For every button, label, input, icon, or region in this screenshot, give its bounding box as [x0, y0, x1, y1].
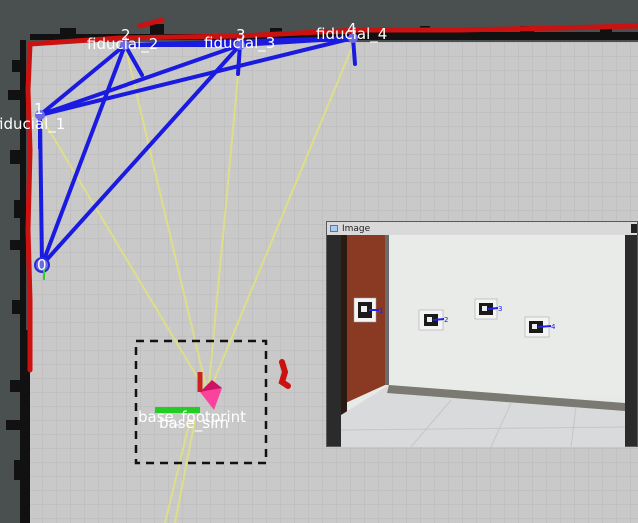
- frame-label-base-sim: base_sim: [159, 414, 229, 433]
- svg-text:4: 4: [551, 323, 556, 331]
- frame-label-fiducial-1: fiducial_1: [0, 115, 65, 134]
- frame-label-fiducial-4: fiducial_4: [316, 25, 387, 44]
- frame-label-fiducial-2: fiducial_2: [87, 35, 158, 54]
- graph-node-label-0: 0: [37, 256, 47, 274]
- svg-text:1: 1: [379, 307, 383, 315]
- image-window-icon: [330, 225, 338, 232]
- image-window-titlebar[interactable]: Image: [327, 222, 637, 235]
- frame-label-fiducial-3: fiducial_3: [204, 34, 275, 53]
- window-edge-icon: [631, 224, 637, 233]
- image-window-title: Image: [342, 223, 371, 234]
- camera-image: 1 2 3 4: [341, 235, 625, 447]
- svg-text:2: 2: [444, 316, 448, 324]
- image-view-window[interactable]: Image 1 2 3 4: [326, 221, 638, 447]
- svg-text:3: 3: [498, 305, 502, 313]
